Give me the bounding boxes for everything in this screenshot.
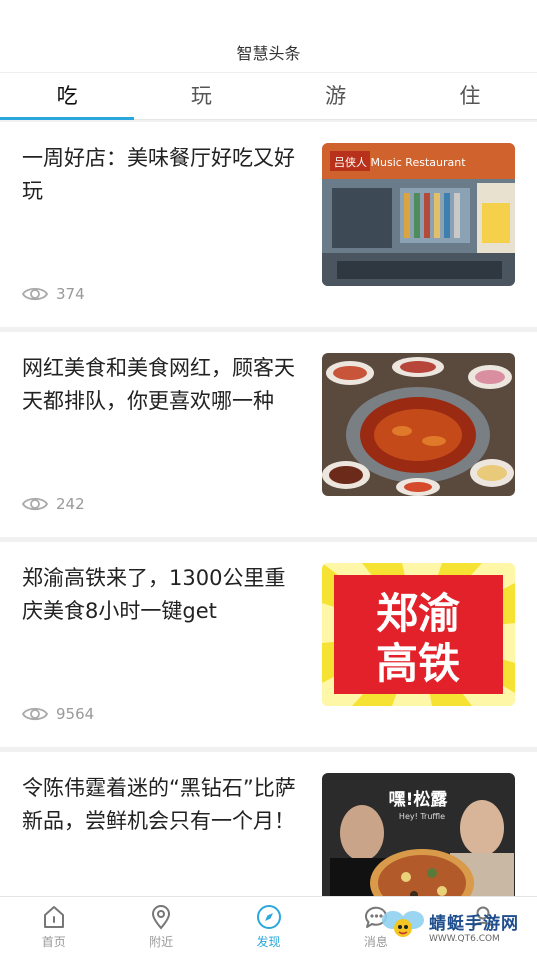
card-thumbnail[interactable]: 吕侠人 Music Restaurant [322,143,515,286]
ad-brand-sub: Hey! Truffle [399,812,445,821]
tab-discover[interactable]: 发现 [215,897,322,956]
site-watermark: 蜻蜓手游网 WWW.QT6.COM [381,902,531,950]
watermark-url: WWW.QT6.COM [429,933,500,944]
category-tabs: 吃 玩 游 住 [0,72,537,120]
tab-nearby-label: 附近 [149,935,174,949]
feed-card[interactable]: 令陈伟霆着迷的“黑钻石”比萨新品，尝鲜机会只有一个月！ 嘿!松露 Hey! Tr… [0,752,537,896]
news-feed[interactable]: 一周好店：美味餐厅好吃又好玩 374 吕侠人 Music Restaurant [0,120,537,896]
view-count: 242 [22,495,85,513]
promo-line-1: 郑渝 [376,589,460,638]
view-count-value: 9564 [56,705,95,723]
feed-card[interactable]: 网红美食和美食网红，顾客天天都排队，你更喜欢哪一种 242 [0,332,537,537]
app-header: 智慧头条 [0,0,537,72]
card-headline[interactable]: 令陈伟霆着迷的“黑钻石”比萨新品，尝鲜机会只有一个月！ [22,772,302,838]
card-thumbnail[interactable] [322,353,515,496]
card-headline[interactable]: 一周好店：美味餐厅好吃又好玩 [22,142,302,208]
tab-home-label: 首页 [41,935,66,949]
view-count-value: 374 [56,285,85,303]
promo-line-2: 高铁 [376,639,460,688]
watermark-text: 蜻蜓手游网 [429,913,519,934]
hotpot-photo [322,353,515,496]
restaurant-sign: 吕侠人 Music Restaurant [334,156,466,169]
compass-icon [256,905,281,929]
tab-discover-label: 发现 [256,935,281,949]
view-count-value: 242 [56,495,85,513]
tab-stay[interactable]: 住 [403,73,537,119]
restaurant-photo: 吕侠人 Music Restaurant [322,143,515,286]
pizza-ad-photo: 嘿!松露 Hey! Truffle [322,773,515,896]
view-count: 374 [22,285,85,303]
eye-icon [22,497,48,511]
tab-play[interactable]: 玩 [134,73,268,119]
tab-home[interactable]: 首页 [0,897,107,956]
view-count: 9564 [22,705,94,723]
rail-promo-graphic: 郑渝 高铁 [322,563,515,706]
feed-card[interactable]: 郑渝高铁来了，1300公里重庆美食8小时一键get 9564 郑渝 高铁 [0,542,537,747]
ad-brand: 嘿!松露 [389,789,449,810]
home-icon [43,906,64,928]
feed-card[interactable]: 一周好店：美味餐厅好吃又好玩 374 吕侠人 Music Restaurant [0,122,537,327]
card-headline[interactable]: 网红美食和美食网红，顾客天天都排队，你更喜欢哪一种 [22,352,302,418]
card-headline[interactable]: 郑渝高铁来了，1300公里重庆美食8小时一键get [22,562,302,628]
card-thumbnail[interactable]: 嘿!松露 Hey! Truffle [322,773,515,896]
page-title: 智慧头条 [236,44,301,63]
eye-icon [22,707,48,721]
eye-icon [22,287,48,301]
tab-nearby[interactable]: 附近 [107,897,214,956]
tab-travel[interactable]: 游 [269,73,403,119]
dragonfly-logo-icon [382,911,424,937]
tab-eat[interactable]: 吃 [0,73,135,120]
card-thumbnail[interactable]: 郑渝 高铁 [322,563,515,706]
location-pin-icon [152,905,171,930]
